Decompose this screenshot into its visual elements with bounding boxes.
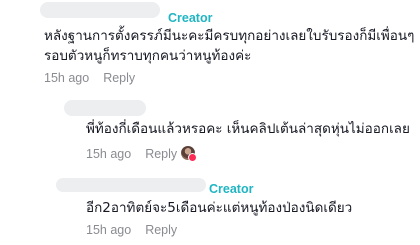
username-redacted-bar	[64, 100, 146, 116]
comment-meta: 15h ago Reply	[86, 146, 177, 162]
comment-timestamp: 15h ago	[44, 71, 90, 85]
reply-button[interactable]: Reply	[103, 71, 135, 85]
heart-icon	[188, 153, 197, 162]
creator-badge: Creator	[168, 11, 213, 25]
comment-meta: 15h ago Reply	[44, 70, 135, 86]
reply-button[interactable]: Reply	[145, 223, 177, 237]
username-redacted-bar	[56, 178, 206, 192]
comment-text-continued: รอบตัวหนูก็ทราบทุกคนว่าหนูท้องค่ะ	[44, 48, 252, 64]
username-redacted-bar	[40, 2, 160, 18]
creator-badge: Creator	[209, 182, 254, 196]
comment-timestamp: 15h ago	[86, 223, 132, 237]
comment-text: พี่ท้องกี่เดือนแล้วหรอคะ เห็นคลิปเต้นล่า…	[86, 121, 410, 137]
comment-meta: 15h ago Reply	[86, 222, 177, 238]
comment-timestamp: 15h ago	[86, 147, 132, 161]
comment-text: อีก2อาทิตย์จะ5เดือนค่ะแต่หนูท้องป่องนิดเ…	[86, 200, 353, 216]
reply-button[interactable]: Reply	[145, 147, 177, 161]
comment-text: หลังฐานการตั้งครรภ์มีนะคะมีครบทุกอย่างเล…	[44, 28, 415, 44]
